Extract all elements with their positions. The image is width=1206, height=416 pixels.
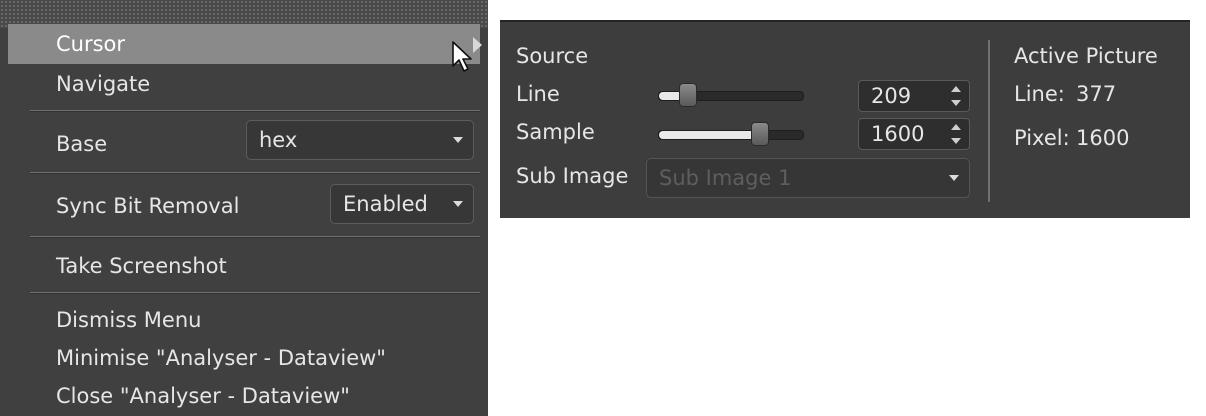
dismiss-menu-label: Dismiss Menu	[56, 308, 202, 332]
mouse-pointer-icon	[452, 41, 472, 72]
sample-slider-fill	[659, 131, 760, 139]
sample-spinbox-value: 1600	[871, 122, 925, 146]
menu-item-close[interactable]: Close "Analyser - Dataview"	[8, 376, 480, 416]
line-spinbox[interactable]: 209	[858, 80, 970, 112]
close-label: Close "Analyser - Dataview"	[56, 384, 350, 408]
menu-item-navigate-label: Navigate	[56, 72, 151, 96]
line-slider-handle[interactable]	[679, 83, 697, 107]
active-line-value: 377	[1076, 82, 1117, 106]
sub-image-select: Sub Image 1	[646, 158, 970, 198]
source-title: Source	[516, 44, 589, 68]
menu-separator	[30, 236, 480, 238]
cursor-panel: Source Line 209 Sample 1600 Sub Image Su…	[500, 20, 1190, 218]
menu-item-minimise[interactable]: Minimise "Analyser - Dataview"	[8, 338, 480, 378]
chevron-down-icon	[453, 137, 463, 143]
menu-item-cursor-label: Cursor	[56, 32, 126, 56]
sample-label: Sample	[516, 120, 595, 144]
base-label: Base	[56, 132, 108, 156]
chevron-down-icon	[453, 201, 463, 207]
sync-bit-removal-value: Enabled	[343, 192, 428, 216]
chevron-down-icon	[949, 175, 959, 181]
minimise-label: Minimise "Analyser - Dataview"	[56, 346, 386, 370]
base-select[interactable]: hex	[246, 120, 474, 160]
line-slider[interactable]	[658, 83, 804, 107]
menu-item-navigate[interactable]: Navigate	[8, 64, 480, 104]
spin-arrows-icon[interactable]	[951, 86, 961, 106]
sample-slider[interactable]	[658, 122, 804, 146]
active-line-label: Line:	[1014, 82, 1065, 106]
sub-image-label: Sub Image	[516, 164, 629, 188]
active-pixel-label: Pixel:	[1014, 126, 1070, 150]
menu-item-cursor[interactable]: Cursor	[8, 24, 482, 64]
panel-divider	[988, 40, 990, 202]
active-picture-title: Active Picture	[1014, 44, 1158, 68]
sample-slider-handle[interactable]	[751, 122, 769, 146]
menu-item-take-screenshot[interactable]: Take Screenshot	[8, 246, 480, 286]
menu-separator	[30, 110, 480, 112]
base-select-value: hex	[259, 128, 298, 152]
line-label: Line	[516, 82, 560, 106]
sync-bit-removal-select[interactable]: Enabled	[330, 184, 474, 224]
menu-item-dismiss[interactable]: Dismiss Menu	[8, 300, 480, 340]
sub-image-value: Sub Image 1	[659, 166, 792, 190]
active-pixel-value: 1600	[1076, 126, 1130, 150]
context-menu: Cursor Navigate Base hex Sync Bit Remova…	[0, 0, 488, 416]
spin-arrows-icon[interactable]	[951, 124, 961, 144]
sample-spinbox[interactable]: 1600	[858, 118, 970, 150]
line-spinbox-value: 209	[871, 84, 912, 108]
sync-bit-removal-label: Sync Bit Removal	[56, 194, 240, 218]
menu-separator	[30, 292, 480, 294]
menu-separator	[30, 172, 480, 174]
take-screenshot-label: Take Screenshot	[56, 254, 227, 278]
